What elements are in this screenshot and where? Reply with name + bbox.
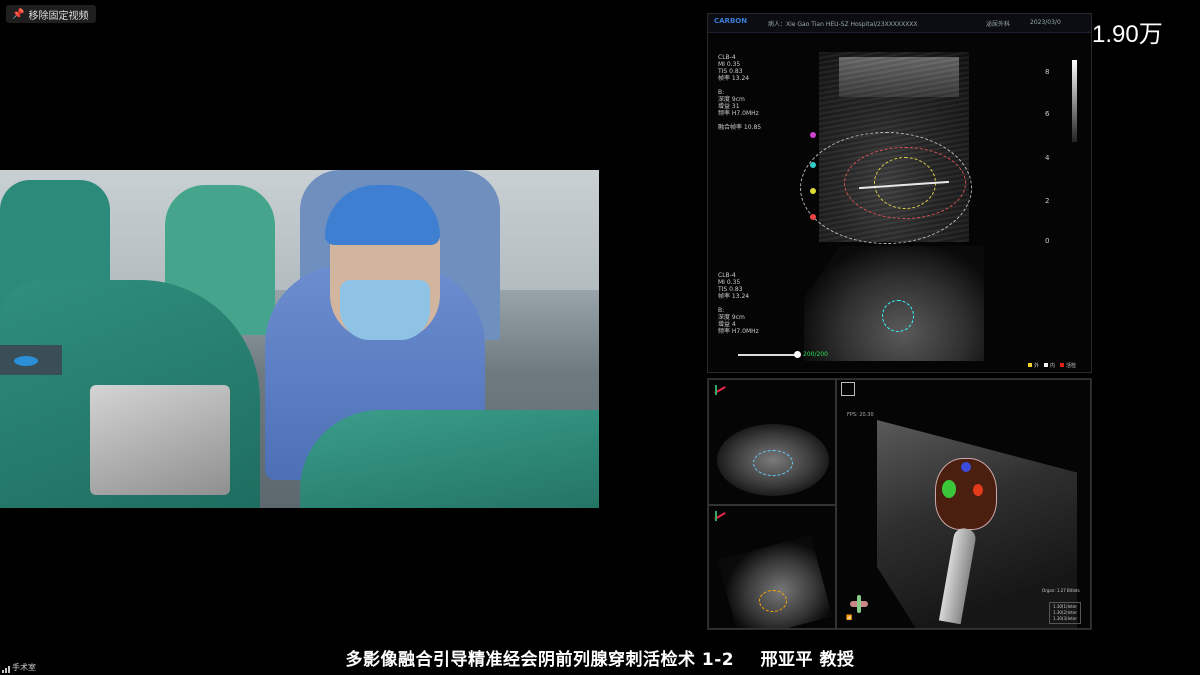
scan-params-bottom: CLB-4 MI 0.35 TIS 0.83 帧率 13.24 B: 深度 9c… bbox=[718, 272, 759, 335]
3d-fusion-view[interactable]: FPS: 20.30 Organ: 1.27 Bitlets 1.30(1)In… bbox=[836, 379, 1091, 629]
param-line: B: bbox=[718, 307, 725, 314]
organ-legend: 1.30(1)Inter 1.30(2)Inter 1.30(3)Inter bbox=[1049, 602, 1081, 624]
prostate-contour bbox=[759, 590, 787, 612]
video-caption: 多影像融合引导精准经会阴前列腺穿刺活检术 1-2 邢亚平 教授 bbox=[0, 645, 1200, 670]
signal-bars-icon bbox=[2, 666, 10, 673]
orientation-axes-icon bbox=[712, 509, 726, 523]
depth-tick: 0 bbox=[1045, 237, 1050, 245]
ultrasound-panel[interactable]: CARBON 病人：Xie Gao Tian HEU-SZ Hospital/2… bbox=[707, 13, 1092, 373]
organ-legend-item: 1.30(3)Inter bbox=[1053, 616, 1077, 621]
needle-guide-markers bbox=[808, 126, 818, 231]
param-line: MI 0.35 bbox=[718, 61, 741, 68]
legend-item: 活检 bbox=[1060, 362, 1076, 369]
slider-knob[interactable] bbox=[794, 351, 801, 358]
depth-tick: 6 bbox=[1045, 110, 1050, 118]
scan-params-top: CLB-4 MI 0.35 TIS 0.83 帧率 13.24 B: 深度 9c… bbox=[718, 54, 761, 131]
param-line: 增益 4 bbox=[718, 321, 736, 328]
param-line: 频率 H7.0MHz bbox=[718, 328, 759, 335]
param-line: B: bbox=[718, 89, 725, 96]
legend-item: 内 bbox=[1044, 362, 1055, 369]
depth-tick: 2 bbox=[1045, 197, 1050, 205]
brand-logo: CARBON bbox=[714, 17, 748, 25]
date-label: 2023/03/0 bbox=[1030, 19, 1061, 26]
pelvis-sagittal-slice bbox=[717, 535, 833, 628]
patient-info: 病人：Xie Gao Tian HEU-SZ Hospital/23XXXXXX… bbox=[768, 21, 918, 28]
lesion-blue bbox=[961, 462, 971, 472]
pin-icon: 📌 bbox=[12, 8, 25, 20]
param-line: 深度 9cm bbox=[718, 314, 745, 321]
param-line: 频率 H7.0MHz bbox=[718, 110, 759, 117]
unpin-video-button[interactable]: 📌 移除固定视频 bbox=[6, 5, 97, 23]
param-line: CLB-4 bbox=[718, 272, 736, 279]
param-line: 深度 9cm bbox=[718, 96, 745, 103]
tray-marker bbox=[14, 356, 38, 366]
fps-label: FPS: 20.30 bbox=[847, 412, 874, 418]
transverse-ultrasound-image[interactable] bbox=[804, 246, 984, 361]
surgical-drape-right bbox=[300, 410, 599, 508]
depth-tick: 4 bbox=[1045, 154, 1050, 162]
signal-status: 手术室 bbox=[2, 662, 36, 673]
view-count: 1.90万 bbox=[1092, 21, 1163, 48]
frame-count: 200/200 bbox=[803, 351, 828, 358]
axial-mri-view[interactable] bbox=[708, 379, 836, 505]
body-orientation-icon bbox=[846, 595, 872, 613]
surgeon-mask bbox=[340, 280, 430, 340]
caption-presenter: 邢亚平 教授 bbox=[760, 650, 855, 670]
grayscale-bar bbox=[1072, 60, 1077, 142]
wifi-icon: 📶 bbox=[846, 615, 853, 621]
ultrasound-legend: 外 内 活检 bbox=[1028, 362, 1076, 369]
param-line: 增益 31 bbox=[718, 103, 740, 110]
param-line: TIS 0.83 bbox=[718, 68, 743, 75]
frame-slider[interactable] bbox=[738, 351, 801, 358]
surgery-camera-feed[interactable] bbox=[0, 170, 599, 508]
legend-item: 外 bbox=[1028, 362, 1039, 369]
depth-tick: 8 bbox=[1045, 68, 1050, 76]
sagittal-mri-view[interactable] bbox=[708, 505, 836, 629]
param-line: TIS 0.83 bbox=[718, 286, 743, 293]
prostate-contour bbox=[753, 450, 793, 476]
param-line: CLB-4 bbox=[718, 54, 736, 61]
ultrasound-probe-device bbox=[90, 385, 230, 495]
3d-cube-icon bbox=[841, 382, 855, 396]
room-label: 手术室 bbox=[12, 663, 36, 672]
unpin-video-label: 移除固定视频 bbox=[28, 10, 89, 22]
fusion-outline bbox=[800, 132, 972, 244]
orientation-axes-icon bbox=[712, 383, 726, 397]
department-label: 泌尿外科 bbox=[986, 21, 1011, 28]
param-line: MI 0.35 bbox=[718, 279, 741, 286]
lesion-red bbox=[973, 484, 983, 496]
param-line: 帧率 13.24 bbox=[718, 75, 750, 82]
ultrasound-header: CARBON 病人：Xie Gao Tian HEU-SZ Hospital/2… bbox=[708, 14, 1091, 33]
lesion-green bbox=[942, 480, 956, 498]
organ-label: Organ: 1.27 Bitlets bbox=[1042, 588, 1080, 593]
caption-title: 多影像融合引导精准经会阴前列腺穿刺活检术 1-2 bbox=[345, 650, 735, 670]
fusion-views-panel[interactable]: FPS: 20.30 Organ: 1.27 Bitlets 1.30(1)In… bbox=[707, 378, 1092, 630]
target-lesion-outline bbox=[882, 300, 914, 332]
param-line: 融合帧率 10.85 bbox=[718, 124, 762, 131]
param-line: 帧率 13.24 bbox=[718, 293, 750, 300]
